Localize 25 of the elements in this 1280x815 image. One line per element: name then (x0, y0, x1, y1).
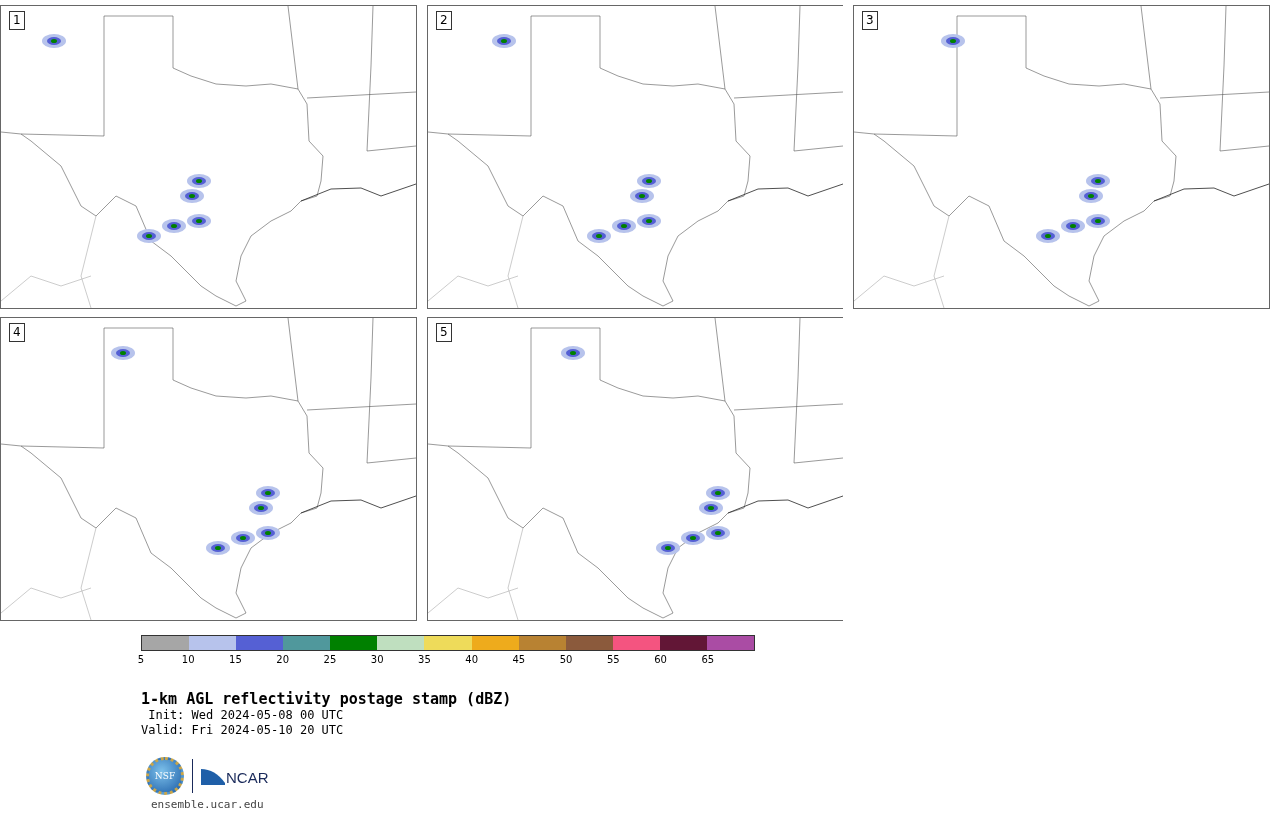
tick-label: 20 (276, 654, 290, 666)
tick-label: 60 (654, 654, 667, 666)
tick-label: 25 (323, 654, 337, 666)
tick-label: 15 (229, 654, 242, 666)
chart-title: 1-km AGL reflectivity postage stamp (dBZ) (141, 690, 513, 708)
valid-time: Valid: Fri 2024-05-10 20 UTC (141, 723, 345, 738)
swoosh-icon (201, 767, 225, 785)
website-text: ensemble.ucar.edu (151, 798, 265, 811)
tick-label: 50 (559, 654, 573, 666)
tick-label: 65 (701, 654, 715, 666)
nsf-logo: NSF (146, 757, 184, 795)
init-time: Init: Wed 2024-05-08 00 UTC (147, 708, 345, 723)
tick-label: 35 (418, 654, 431, 666)
tick-label: 10 (181, 654, 195, 666)
tick-label: 45 (512, 654, 526, 666)
tick-label: 5 (137, 654, 145, 666)
tick-label: 55 (607, 654, 620, 666)
panel-number: 2 (436, 11, 452, 30)
panel-number: 5 (436, 323, 452, 342)
panel-number: 3 (862, 11, 878, 30)
panel-number: 4 (9, 323, 25, 342)
ncar-logo: NCAR (226, 770, 269, 785)
tick-label: 30 (370, 654, 384, 666)
panel-number: 1 (9, 11, 25, 30)
tick-label: 40 (465, 654, 478, 666)
